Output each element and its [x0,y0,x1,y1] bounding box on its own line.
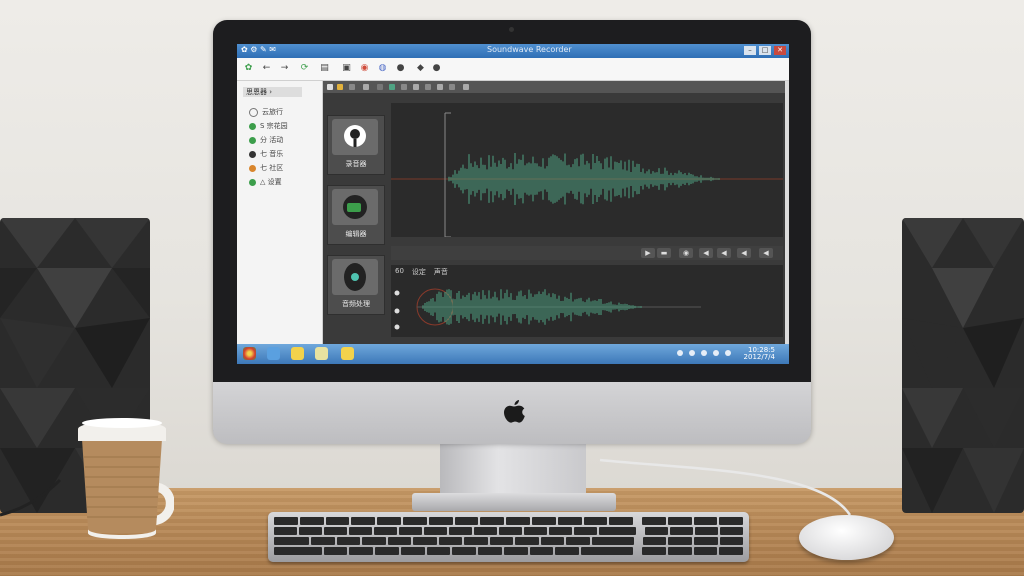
app-toolbar [323,81,789,93]
clock-date: 2012/7/4 [743,353,775,361]
editor-panel[interactable]: 编辑器 [327,185,385,245]
maximize-button[interactable]: □ [759,46,771,55]
app-tool-button[interactable] [437,84,443,90]
sidebar-item[interactable]: 七 社区 [249,163,283,173]
rewind-button[interactable]: ◀ [737,248,751,258]
panel-caption: 音频处理 [342,300,370,308]
audio-app: 录音器 编辑器 音频处理 ▶ ▬ ◉ ◀ ◀ ◀ ◀ 60 设定 声音 [323,81,789,344]
monitor-stand-foot [412,493,616,511]
app-tool-button[interactable] [425,84,431,90]
panel-caption: 编辑器 [345,230,367,238]
waveform-main[interactable] [391,103,783,238]
logo-icon[interactable]: ✿ [243,63,254,74]
record-icon[interactable]: ● [431,63,442,74]
coffee-cup [78,418,174,539]
app-tool-button[interactable] [327,84,333,90]
app-tool-button[interactable] [413,84,419,90]
monitor-stand [440,443,586,498]
taskbar-app-icon[interactable] [291,347,304,360]
waveform-secondary[interactable]: 60 设定 声音 [391,265,783,337]
rewind-button[interactable]: ◀ [759,248,773,258]
screen: ✿ ⚙ ✎ ✉ Soundwave Recorder – □ ✕ ✿ ← → ⟳… [237,44,789,364]
tray-icon[interactable] [689,350,695,356]
tray-icon[interactable] [701,350,707,356]
forward-icon[interactable]: → [279,63,290,74]
headset-icon [343,195,367,219]
microphone-icon [344,125,366,147]
taskbar-app-icon[interactable] [341,347,354,360]
refresh-icon[interactable]: ⟳ [299,63,310,74]
audio-processing-panel[interactable]: 音频处理 [327,255,385,315]
back-icon[interactable]: ← [261,63,272,74]
stop-button[interactable]: ▬ [657,248,671,258]
window-titlebar[interactable]: ✿ ⚙ ✎ ✉ Soundwave Recorder – □ ✕ [237,44,789,58]
rewind-button[interactable]: ◀ [699,248,713,258]
app-tool-button[interactable] [449,84,455,90]
speaker-icon [344,263,366,291]
shield-icon[interactable]: ▣ [341,63,352,74]
sidebar: 思恩器 › 云旅行 S 宗花园 分 活动 七 音乐 七 社区 △ 设置 [237,81,323,344]
keyboard [268,512,749,562]
recorder-panel[interactable]: 录音器 [327,115,385,175]
page-icon[interactable]: ▤ [319,63,330,74]
start-icon[interactable] [243,347,256,360]
rewind-button[interactable]: ◀ [717,248,731,258]
record-button[interactable]: ◉ [679,248,693,258]
taskbar-clock[interactable]: 10:28:5 2012/7/4 [744,347,775,361]
taskbar-app-icon[interactable] [267,347,280,360]
apple-logo-icon [504,400,525,423]
app-tool-button[interactable] [377,84,383,90]
titlebar-icons: ✿ ⚙ ✎ ✉ [241,45,276,54]
mouse [799,515,894,560]
panel-caption: 录音器 [345,160,367,168]
play-button[interactable]: ▶ [641,248,655,258]
sidebar-item[interactable]: 云旅行 [249,107,283,117]
window-title: Soundwave Recorder [487,45,572,54]
transport-controls: ▶ ▬ ◉ ◀ ◀ ◀ ◀ [391,246,783,260]
app-tool-button[interactable] [389,84,395,90]
app-tool-button[interactable] [337,84,343,90]
sidebar-item[interactable]: 七 音乐 [249,149,283,159]
tray-icon[interactable] [713,350,719,356]
browser-toolbar: ✿ ← → ⟳ ▤ ▣ ◉ ◍ ● ◆ ● [237,58,789,81]
tray-icon[interactable] [677,350,683,356]
sidebar-item[interactable]: S 宗花园 [249,121,288,131]
settings-icon[interactable]: ◆ [415,63,426,74]
globe-icon[interactable]: ◍ [377,63,388,74]
chrome-icon[interactable]: ◉ [359,63,370,74]
sidebar-header[interactable]: 思恩器 › [243,87,302,97]
vertical-scrollbar[interactable] [785,81,789,344]
taskbar: 10:28:5 2012/7/4 [237,344,789,364]
taskbar-app-icon[interactable] [315,347,328,360]
sidebar-item[interactable]: 分 活动 [249,135,283,145]
app-tool-button[interactable] [401,84,407,90]
tray-icon[interactable] [725,350,731,356]
camera-icon[interactable]: ● [395,63,406,74]
sidebar-item[interactable]: △ 设置 [249,177,282,187]
minimize-button[interactable]: – [744,46,756,55]
app-tool-button[interactable] [363,84,369,90]
close-button[interactable]: ✕ [774,46,786,55]
webcam [509,27,514,32]
app-tool-button[interactable] [463,84,469,90]
app-tool-button[interactable] [349,84,355,90]
